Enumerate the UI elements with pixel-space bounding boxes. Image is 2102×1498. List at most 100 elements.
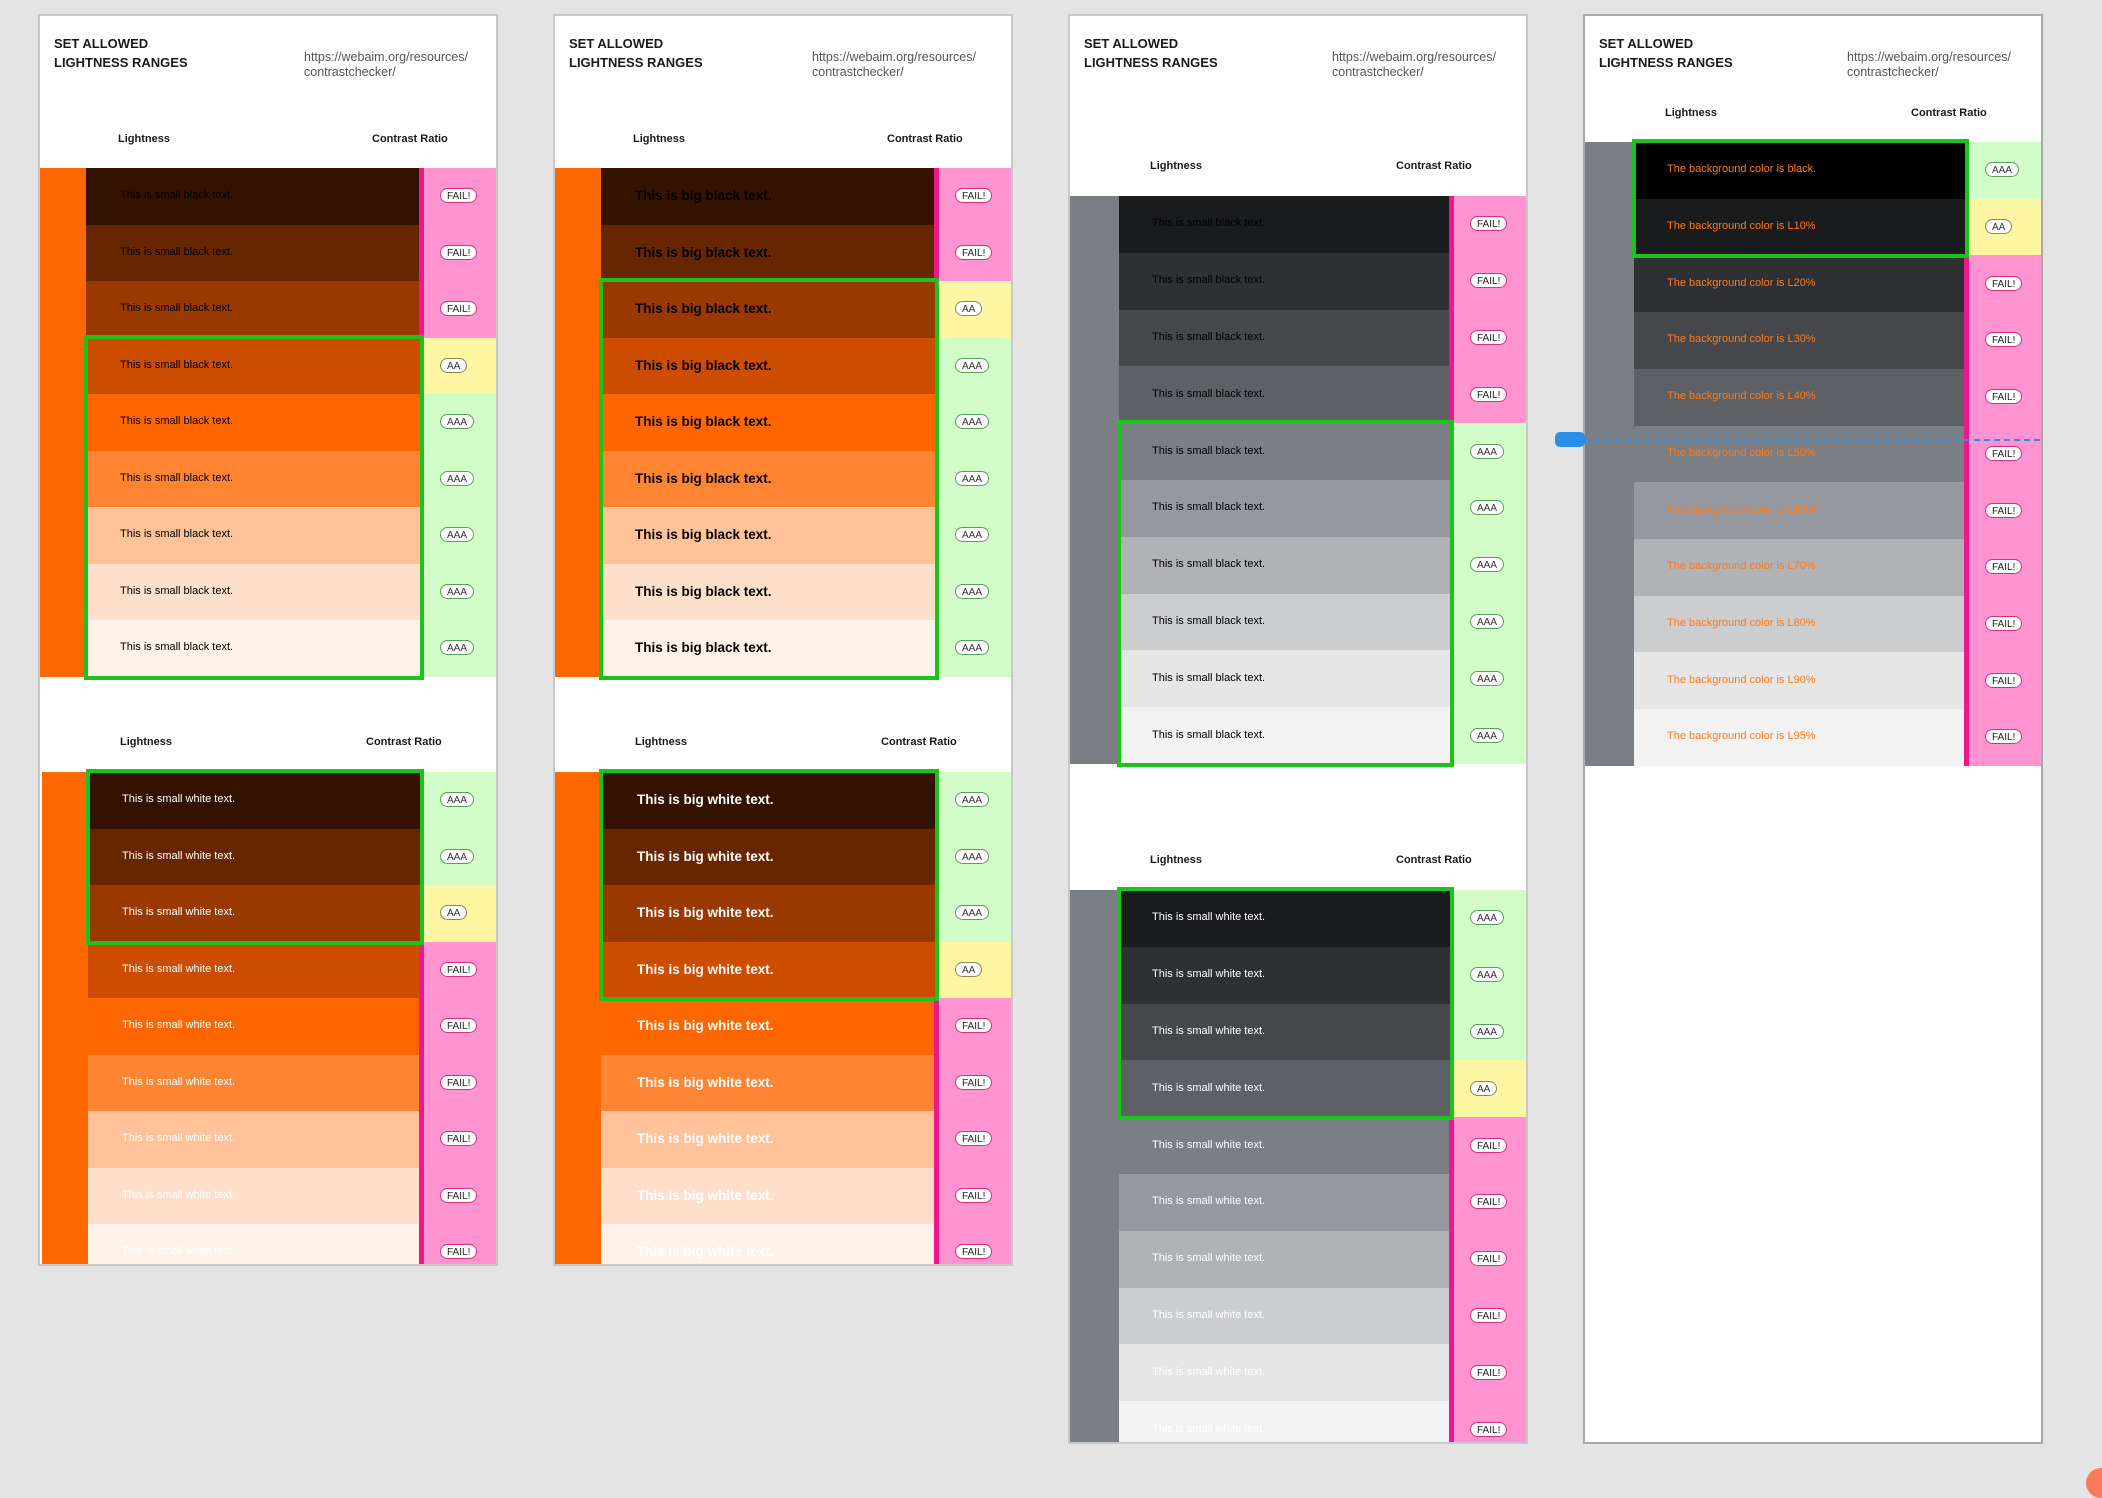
- contrast-ratio-header: Contrast Ratio: [372, 133, 448, 145]
- sample-text: This is small white text.: [1152, 1138, 1266, 1151]
- contrast-badge: AAA: [1470, 670, 1505, 686]
- contrast-badge: FAIL!: [1470, 1421, 1508, 1437]
- lightness-bar: [40, 168, 86, 677]
- sample-text: This is big white text.: [637, 792, 774, 808]
- corner-indicator[interactable]: [2086, 1468, 2102, 1498]
- sample-text: This is big black text.: [635, 301, 772, 317]
- lightness-header: Lightness: [1150, 854, 1202, 866]
- card-title: SET ALLOWED LIGHTNESS RANGES: [1084, 36, 1218, 70]
- sample-text: This is big white text.: [637, 1074, 774, 1090]
- contrast-badge: FAIL!: [1985, 445, 2023, 461]
- contrast-badge: FAIL!: [1985, 615, 2023, 631]
- board-card[interactable]: SET ALLOWED LIGHTNESS RANGES https://weba…: [38, 14, 498, 1266]
- lightness-header: Lightness: [120, 736, 172, 748]
- contrast-badge: FAIL!: [440, 301, 478, 317]
- sample-text: This is small white text.: [1152, 911, 1266, 924]
- fail-edge: [934, 168, 939, 225]
- reference-url[interactable]: https://webaim.org/resources/ contrastch…: [1847, 50, 2011, 80]
- contrast-badge: AAA: [1470, 557, 1505, 573]
- sample-text: This is big white text.: [637, 1131, 774, 1147]
- fail-edge: [1964, 652, 1969, 710]
- card-title: SET ALLOWED LIGHTNESS RANGES: [54, 36, 188, 70]
- contrast-ratio-header: Contrast Ratio: [1396, 854, 1472, 866]
- sample-text: The background color is L40%: [1667, 390, 1816, 403]
- fail-edge: [1449, 366, 1454, 424]
- fail-edge: [1964, 368, 1969, 426]
- sample-text: This is small black text.: [120, 641, 234, 654]
- contrast-badge: FAIL!: [955, 244, 993, 260]
- fail-edge: [1449, 1344, 1454, 1402]
- fail-edge: [1964, 255, 1969, 313]
- contrast-badge: AAA: [955, 640, 990, 656]
- lightness-bar: [1070, 890, 1119, 1442]
- contrast-badge: AA: [1985, 219, 2013, 235]
- contrast-badge: FAIL!: [1470, 1251, 1508, 1267]
- contrast-badge: AAA: [955, 792, 990, 808]
- sample-text: This is small black text.: [1152, 728, 1266, 741]
- sample-text: This is big black text.: [635, 527, 772, 543]
- contrast-badge: AAA: [955, 414, 990, 430]
- contrast-badge: FAIL!: [1985, 275, 2023, 291]
- fail-edge: [419, 998, 424, 1055]
- lightness-bar: [555, 772, 601, 1264]
- fail-edge: [934, 224, 939, 282]
- contrast-badge: AA: [440, 905, 468, 921]
- sample-text: This is small white text.: [1152, 968, 1266, 981]
- sample-text: This is small black text.: [1152, 274, 1266, 287]
- sample-text: This is big white text.: [637, 1244, 774, 1260]
- reference-url[interactable]: https://webaim.org/resources/ contrastch…: [304, 50, 468, 80]
- fail-edge: [934, 998, 939, 1055]
- sample-text: This is big white text.: [637, 1018, 774, 1034]
- contrast-badge: AAA: [440, 792, 475, 808]
- fail-edge: [934, 1167, 939, 1225]
- lightness-header: Lightness: [1150, 160, 1202, 172]
- contrast-badge: FAIL!: [1470, 1308, 1508, 1323]
- sample-text: This is small white text.: [122, 906, 236, 919]
- contrast-badge: AAA: [1985, 162, 2020, 178]
- lightness-bar: [1585, 142, 1634, 766]
- contrast-badge: AAA: [440, 470, 475, 486]
- contrast-badge: FAIL!: [440, 188, 478, 204]
- contrast-badge: FAIL!: [440, 1074, 478, 1090]
- board-card[interactable]: SET ALLOWED LIGHTNESS RANGES https://weba…: [1068, 14, 1528, 1444]
- sample-text: This is small black text.: [1152, 615, 1266, 627]
- contrast-badge: FAIL!: [955, 1244, 993, 1260]
- contrast-ratio-header: Contrast Ratio: [887, 133, 963, 145]
- contrast-ratio-header: Contrast Ratio: [1911, 107, 1987, 119]
- sample-text: This is small black text.: [1152, 387, 1266, 400]
- contrast-badge: AAA: [955, 583, 990, 599]
- contrast-badge: FAIL!: [1470, 216, 1508, 232]
- resize-handle[interactable]: [1555, 432, 1585, 447]
- sample-text: This is big black text.: [635, 188, 772, 204]
- contrast-badge: FAIL!: [1985, 559, 2023, 575]
- contrast-badge: AAA: [1470, 910, 1505, 926]
- sample-text: This is small white text.: [122, 1019, 236, 1032]
- board-card[interactable]: SET ALLOWED LIGHTNESS RANGES https://weba…: [1583, 14, 2043, 1444]
- fail-edge: [934, 1224, 939, 1264]
- sample-text: This is small white text.: [122, 1132, 236, 1145]
- contrast-badge: AA: [1470, 1080, 1498, 1096]
- contrast-badge: FAIL!: [1985, 729, 2023, 745]
- reference-url[interactable]: https://webaim.org/resources/ contrastch…: [1332, 50, 1496, 80]
- sample-text: This is small black text.: [120, 302, 234, 315]
- contrast-ratio-header: Contrast Ratio: [1396, 160, 1472, 172]
- board-card[interactable]: SET ALLOWED LIGHTNESS RANGES https://weba…: [553, 14, 1013, 1266]
- sample-text: This is big black text.: [635, 357, 772, 373]
- card-title: SET ALLOWED LIGHTNESS RANGES: [569, 36, 703, 70]
- guide-line: [1585, 439, 2040, 441]
- sample-text: This is small black text.: [120, 189, 234, 202]
- contrast-badge: FAIL!: [440, 1131, 478, 1147]
- lightness-header: Lightness: [633, 133, 685, 145]
- contrast-badge: AAA: [1470, 967, 1505, 983]
- contrast-badge: FAIL!: [1470, 273, 1508, 289]
- sample-text: This is small black text.: [120, 245, 234, 258]
- sample-text: This is small white text.: [1152, 1081, 1266, 1094]
- contrast-badge: AA: [440, 357, 468, 373]
- fail-edge: [1964, 425, 1969, 483]
- sample-text: This is big black text.: [635, 244, 772, 260]
- sample-text: The background color is L30%: [1667, 333, 1816, 346]
- sample-text: This is big black text.: [635, 583, 772, 599]
- lightness-bar: [1070, 196, 1119, 764]
- reference-url[interactable]: https://webaim.org/resources/ contrastch…: [812, 50, 976, 80]
- contrast-ratio-header: Contrast Ratio: [366, 736, 442, 748]
